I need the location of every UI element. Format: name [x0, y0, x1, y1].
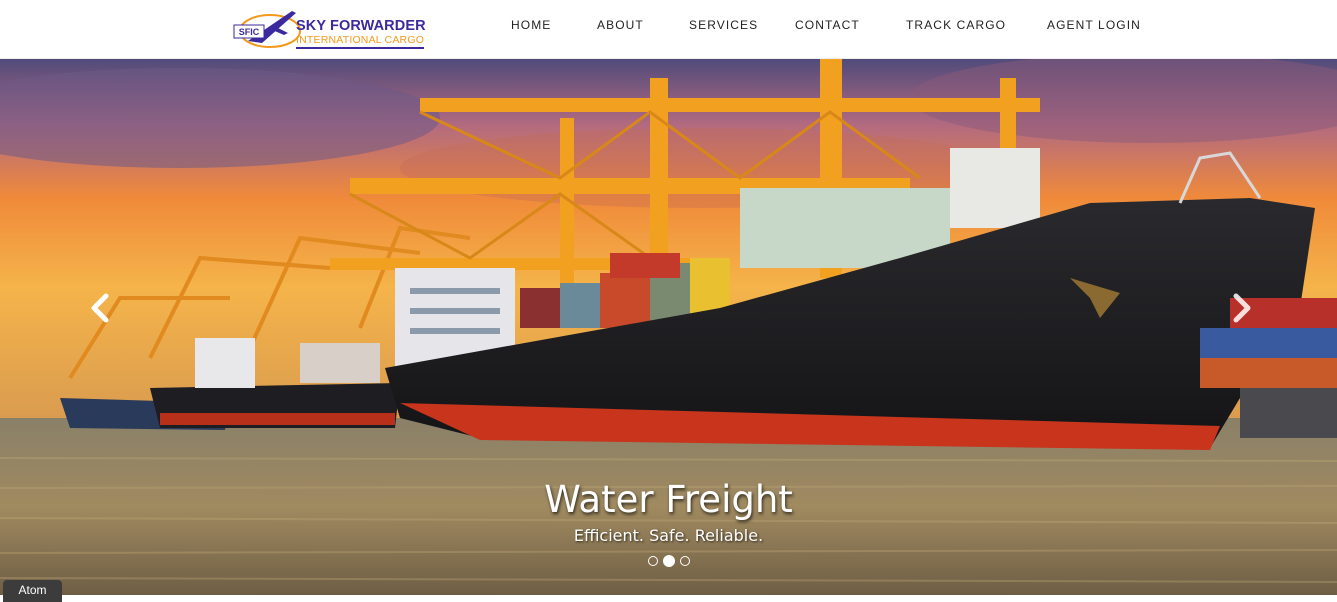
chevron-right-icon	[1233, 293, 1251, 323]
site-logo[interactable]: SFIC SKY FORWARDER INTERNATIONAL CARGO	[232, 3, 427, 53]
slide-subtitle: Efficient. Safe. Reliable.	[573, 526, 764, 545]
logo-underline	[296, 47, 424, 49]
carousel-indicator-3[interactable]	[680, 556, 690, 566]
nav-agent-login[interactable]: AGENT LOGIN	[1047, 18, 1141, 32]
chevron-left-icon	[91, 293, 109, 323]
nav-contact[interactable]: CONTACT	[795, 18, 860, 32]
carousel-next-button[interactable]	[1222, 288, 1262, 328]
carousel-indicator-2[interactable]	[663, 555, 675, 567]
carousel-indicator-1[interactable]	[648, 556, 658, 566]
carousel-indicators	[648, 555, 690, 567]
nav-about[interactable]: ABOUT	[597, 18, 644, 32]
slide-title: Water Freight	[544, 478, 793, 521]
logo-name: SKY FORWARDER	[296, 18, 426, 34]
nav-track-cargo[interactable]: TRACK CARGO	[906, 18, 1006, 32]
logo-tagline: INTERNATIONAL CARGO	[296, 34, 425, 46]
nav-home[interactable]: HOME	[511, 18, 551, 32]
hero-carousel: Water Freight Efficient. Safe. Reliable.	[0, 58, 1337, 595]
nav-services[interactable]: SERVICES	[689, 18, 758, 32]
top-navbar: SFIC SKY FORWARDER INTERNATIONAL CARGO H…	[0, 0, 1337, 59]
atom-badge[interactable]: Atom	[3, 580, 62, 602]
carousel-prev-button[interactable]	[80, 288, 120, 328]
logo-mark-text: SFIC	[239, 27, 260, 37]
